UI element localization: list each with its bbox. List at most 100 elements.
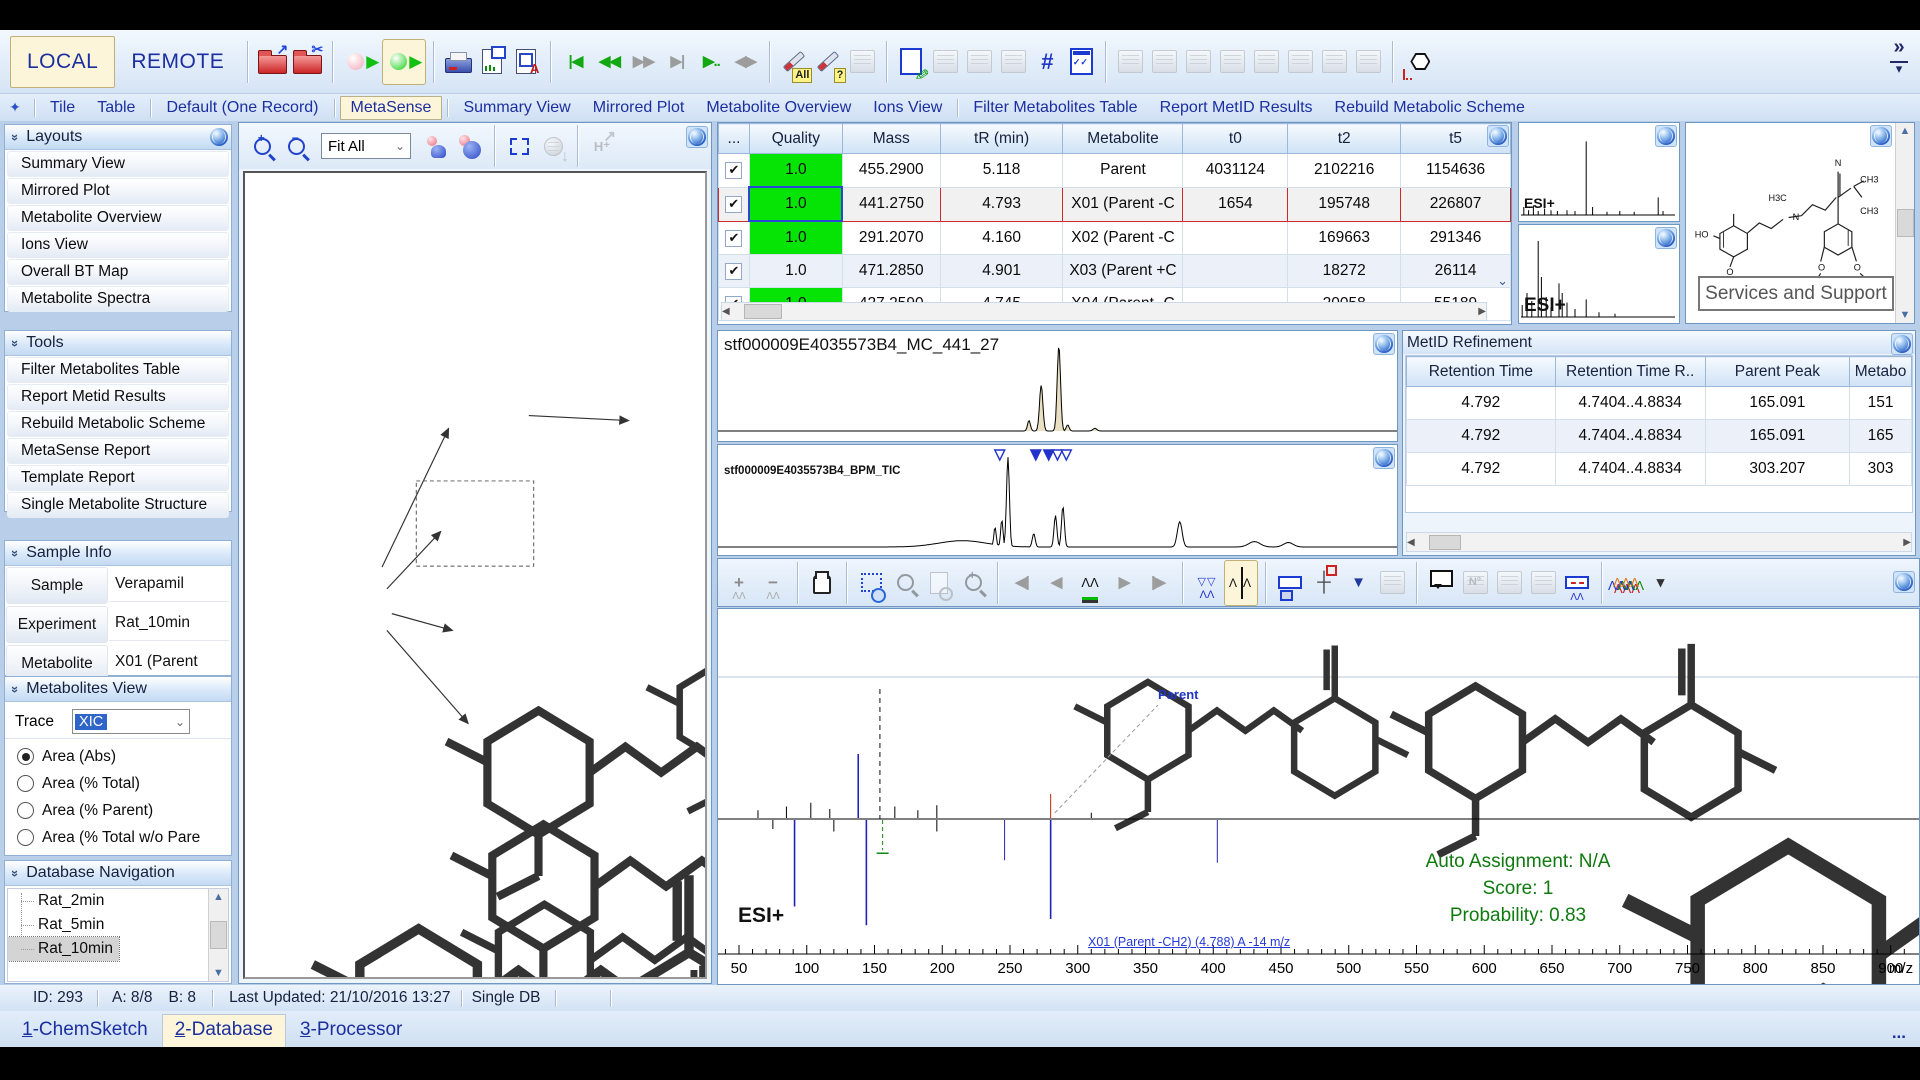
assign-query-icon[interactable]: ? bbox=[811, 39, 845, 85]
web-link-icon[interactable] bbox=[1655, 227, 1677, 249]
tab-1-chemsketch[interactable]: 1-ChemSketch bbox=[10, 1015, 160, 1047]
table-row[interactable]: 4.7924.7404..4.8834303.207303 bbox=[1407, 453, 1912, 486]
layout-item-metabolite-spectra[interactable]: Metabolite Spectra bbox=[7, 286, 229, 312]
table-cell[interactable]: 1654 bbox=[1183, 187, 1288, 221]
process-local-icon[interactable]: ▶ bbox=[340, 39, 382, 85]
auto-process-icon[interactable] bbox=[845, 39, 879, 85]
tab-overflow[interactable]: ... bbox=[1892, 1023, 1906, 1043]
radio-button-icon[interactable] bbox=[17, 775, 34, 792]
table-window-icon[interactable] bbox=[1249, 39, 1283, 85]
next-peak-icon[interactable]: ▶ bbox=[1107, 560, 1141, 606]
scroll-down-icon[interactable]: ▼ bbox=[213, 965, 224, 981]
table-cell[interactable]: 2102216 bbox=[1288, 154, 1401, 188]
peak-numbering-icon[interactable]: # bbox=[1030, 39, 1064, 85]
db-node-rat_5min[interactable]: Rat_5min bbox=[8, 913, 110, 937]
table-cell[interactable] bbox=[1183, 255, 1288, 288]
peaks-dropdown-icon[interactable]: ▾ bbox=[1643, 560, 1677, 606]
list-window-icon[interactable] bbox=[1283, 39, 1317, 85]
scroll-up-icon[interactable]: ▲ bbox=[213, 889, 224, 905]
layout-item-summary-view[interactable]: Summary View bbox=[7, 151, 229, 177]
layouts-header[interactable]: » Layouts bbox=[5, 125, 231, 150]
tool-item-filter-metabolites-table[interactable]: Filter Metabolites Table bbox=[7, 357, 229, 383]
mirrored-spectrum-panel[interactable]: 5010015020025030035040045050055060065070… bbox=[717, 608, 1920, 985]
scroll-left-icon[interactable]: ◀ bbox=[1407, 537, 1415, 548]
step-curve-icon[interactable] bbox=[1492, 560, 1526, 606]
web-link-icon[interactable] bbox=[1893, 571, 1915, 593]
col-header-metabo[interactable]: Metabo bbox=[1850, 357, 1912, 387]
metabolites-view-header[interactable]: » Metabolites View bbox=[5, 677, 231, 702]
db-node-rat_10min[interactable]: Rat_10min bbox=[8, 937, 119, 961]
menu-item-table[interactable]: Table bbox=[87, 97, 145, 119]
table-hscrollbar[interactable]: ◀ ▶ bbox=[721, 302, 1487, 321]
crosshair-icon[interactable]: ┼ bbox=[1307, 560, 1341, 606]
db-node-rat_2min[interactable]: Rat_2min bbox=[8, 889, 110, 913]
zoom-full-icon[interactable] bbox=[922, 560, 956, 606]
table-cell[interactable]: 165.091 bbox=[1705, 387, 1849, 420]
scroll-up-icon[interactable]: ▲ bbox=[1900, 123, 1911, 139]
menu-item-tile[interactable]: Tile bbox=[40, 97, 85, 119]
table-cell[interactable]: X03 (Parent +C bbox=[1063, 255, 1183, 288]
menu-item-rebuild-metabolic-scheme[interactable]: Rebuild Metabolic Scheme bbox=[1325, 97, 1535, 119]
spectrum-thumbnail-2[interactable]: ESI+ bbox=[1518, 224, 1680, 324]
table-cell[interactable]: 5.118 bbox=[940, 154, 1063, 188]
col-header-tr-min-[interactable]: tR (min) bbox=[940, 124, 1063, 154]
ladder-icon[interactable] bbox=[1526, 560, 1560, 606]
scroll-down-icon[interactable]: ⌄ bbox=[1497, 273, 1508, 289]
assign-all-icon[interactable]: All bbox=[777, 39, 811, 85]
layout-item-ions-view[interactable]: Ions View bbox=[7, 232, 229, 258]
menu-item-default-one-record-[interactable]: Default (One Record) bbox=[156, 97, 328, 119]
report-template-icon[interactable] bbox=[1147, 39, 1181, 85]
table-cell[interactable]: 4.7404..4.8834 bbox=[1555, 420, 1705, 453]
toolbar-overflow[interactable]: » ▾ bbox=[1884, 36, 1914, 75]
peaks-add-icon[interactable]: + bbox=[722, 560, 756, 606]
peak-pick-icon[interactable]: ΛΛ bbox=[1073, 560, 1107, 606]
table-cell[interactable]: 165.091 bbox=[1705, 420, 1849, 453]
spectrum-window-icon[interactable] bbox=[1181, 39, 1215, 85]
label-degree-icon[interactable]: N° bbox=[1458, 560, 1492, 606]
no-edit-icon[interactable] bbox=[928, 39, 962, 85]
table-cell[interactable]: 165 bbox=[1850, 420, 1912, 453]
table-cell[interactable]: 226807 bbox=[1401, 187, 1511, 221]
spectrum-thumbnail-1[interactable]: ESI+ bbox=[1518, 122, 1680, 222]
nav-play-records-icon[interactable]: ▶.. bbox=[694, 39, 728, 85]
table-cell[interactable]: 455.2900 bbox=[842, 154, 940, 188]
menu-lead-icon[interactable]: ✦ bbox=[0, 99, 30, 116]
table-cell[interactable]: 1.0 bbox=[749, 255, 842, 288]
radio-button-icon[interactable] bbox=[17, 802, 34, 819]
table-row[interactable]: ✔1.0471.28504.901X03 (Parent +C182722611… bbox=[719, 255, 1511, 288]
web-link-icon[interactable] bbox=[1487, 125, 1509, 147]
table-cell[interactable]: 4.793 bbox=[940, 187, 1063, 221]
processing-checklist-icon[interactable] bbox=[1064, 39, 1098, 85]
table-cell[interactable]: 471.2850 bbox=[842, 255, 940, 288]
menu-item-metabolite-overview[interactable]: Metabolite Overview bbox=[696, 97, 861, 119]
row-checkbox[interactable]: ✔ bbox=[725, 263, 742, 280]
scroll-left-icon[interactable]: ◀ bbox=[722, 306, 730, 317]
structure-search-icon[interactable] bbox=[1400, 39, 1434, 85]
print-icon[interactable] bbox=[441, 39, 475, 85]
table-cell[interactable]: 441.2750 bbox=[842, 187, 940, 221]
table-cell[interactable]: 4.901 bbox=[940, 255, 1063, 288]
menu-item-mirrored-plot[interactable]: Mirrored Plot bbox=[583, 97, 695, 119]
table-row[interactable]: 4.7924.7404..4.8834165.091151 bbox=[1407, 387, 1912, 420]
edit-annotations-icon[interactable]: ✎ bbox=[894, 39, 928, 85]
radio-area-parent-[interactable]: Area (% Parent) bbox=[5, 797, 231, 824]
database-navigation-header[interactable]: » Database Navigation bbox=[5, 861, 231, 886]
table-cell[interactable]: 1154636 bbox=[1401, 154, 1511, 188]
structure-scrollbar[interactable]: ▲ ▼ bbox=[1895, 123, 1914, 323]
table-cell[interactable]: 291.2070 bbox=[842, 221, 940, 255]
scroll-thumb[interactable] bbox=[1429, 535, 1461, 550]
tools-header[interactable]: » Tools bbox=[5, 331, 231, 356]
radio-area-abs-[interactable]: Area (Abs) bbox=[5, 743, 231, 770]
fit-structures-icon[interactable] bbox=[502, 123, 536, 169]
scheme-canvas[interactable] bbox=[243, 171, 707, 979]
chevron-down-icon[interactable]: ⌄ bbox=[175, 715, 189, 729]
table-cell[interactable] bbox=[1183, 221, 1288, 255]
table-cell[interactable]: 4.792 bbox=[1407, 387, 1556, 420]
nav-last-record-icon[interactable]: ▶| bbox=[660, 39, 694, 85]
menu-item-summary-view[interactable]: Summary View bbox=[453, 97, 580, 119]
tool-item-template-report[interactable]: Template Report bbox=[7, 465, 229, 491]
collapse-icon[interactable]: » bbox=[8, 549, 23, 556]
web-link-icon[interactable] bbox=[1655, 125, 1677, 147]
layout-item-metabolite-overview[interactable]: Metabolite Overview bbox=[7, 205, 229, 231]
table-cell[interactable]: 4.792 bbox=[1407, 420, 1556, 453]
